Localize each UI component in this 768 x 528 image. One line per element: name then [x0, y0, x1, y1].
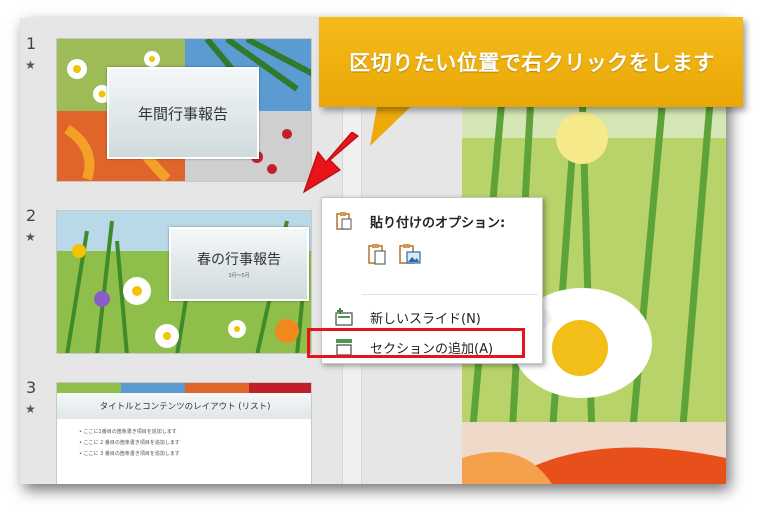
slide-2-title-box: 春の行事報告 3月〜5月: [169, 227, 309, 301]
add-section-highlight: [307, 328, 525, 358]
slide-number: 2: [26, 206, 37, 225]
slide-3-top-strip: [57, 383, 311, 393]
list-item: • ここに 2 番目の箇条書き項目を追加します: [79, 440, 180, 446]
slide-thumbnail-1[interactable]: 年間行事報告: [56, 38, 312, 182]
slide-thumbnail-pane[interactable]: 1 ★ 年間行事報告 2 ★ 春の行事報告 3月〜5月 3 ★ タイトルとコンテ…: [20, 18, 342, 484]
paste-options-header: 貼り付けのオプション:: [322, 208, 542, 234]
paste-as-picture-icon[interactable]: [398, 242, 422, 266]
slide-number: 3: [26, 378, 37, 397]
paste-keep-formatting-icon[interactable]: [366, 242, 388, 266]
list-item: • ここに1番目の箇条書き項目を追加します: [79, 429, 177, 435]
slide-1-title-box: 年間行事報告: [107, 67, 259, 159]
slide-thumbnail-3[interactable]: タイトルとコンテンツのレイアウト (リスト) • ここに1番目の箇条書き項目を追…: [56, 382, 312, 484]
slide-1-title: 年間行事報告: [137, 104, 228, 123]
animation-star-icon: ★: [25, 402, 36, 416]
slide-3-title: タイトルとコンテンツのレイアウト (リスト): [57, 393, 311, 419]
list-item: • ここに 3 番目の箇条書き項目を追加します: [79, 451, 180, 457]
new-slide-icon: [335, 308, 353, 326]
slide-thumbnail-2[interactable]: 春の行事報告 3月〜5月: [56, 210, 312, 354]
new-slide-menu-item[interactable]: 新しいスライド(N): [322, 304, 542, 330]
menu-separator: [362, 294, 538, 295]
slide-2-title: 春の行事報告: [197, 252, 281, 268]
slide-3-bullets: • ここに1番目の箇条書き項目を追加します • ここに 2 番目の箇条書き項目を…: [79, 427, 180, 460]
callout-text: 区切りたい位置で右クリックをします: [349, 51, 715, 75]
paste-options-label: 貼り付けのオプション:: [370, 215, 506, 231]
animation-star-icon: ★: [25, 58, 36, 72]
slide-number: 1: [26, 34, 37, 53]
animation-star-icon: ★: [25, 230, 36, 244]
slide-2-subtitle: 3月〜5月: [228, 273, 250, 279]
clipboard-icon: [336, 212, 352, 230]
new-slide-label: 新しいスライド(N): [370, 311, 481, 327]
